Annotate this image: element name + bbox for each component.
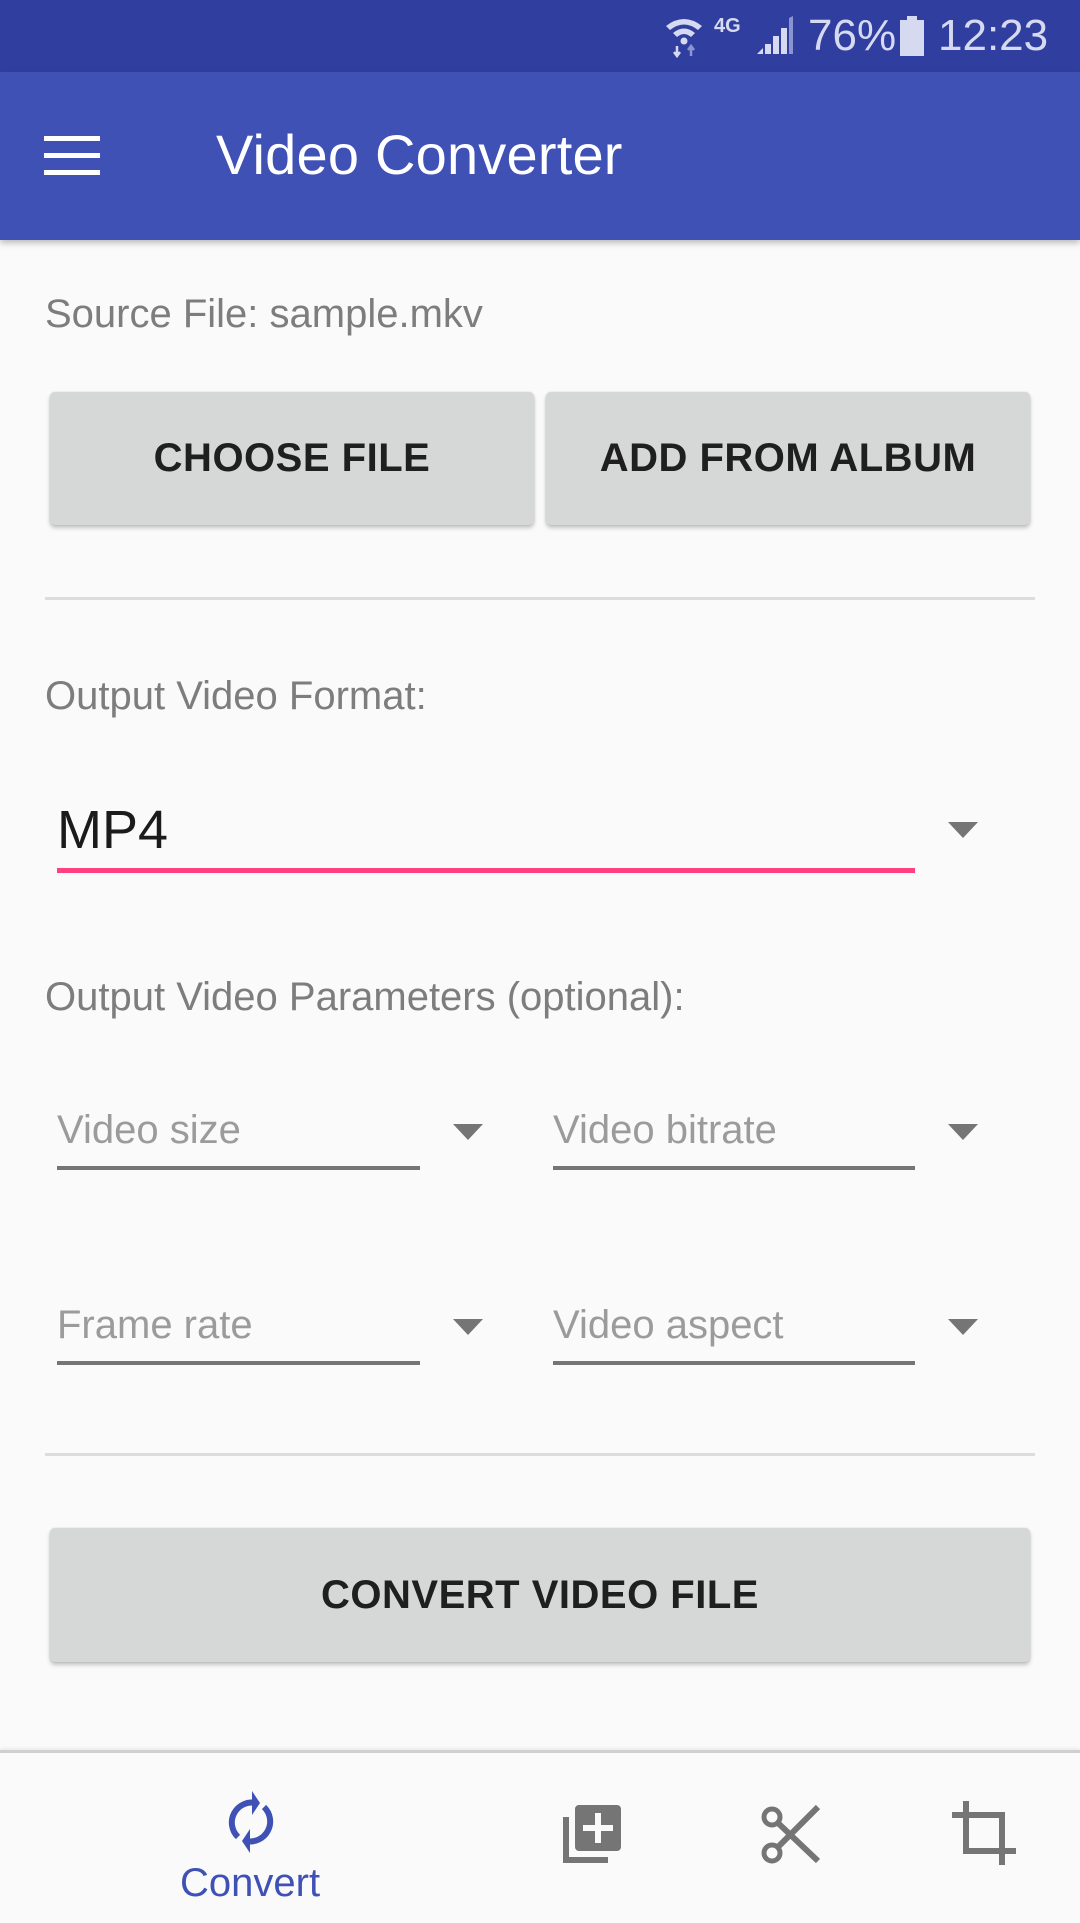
- video-size-spinner[interactable]: Video size: [57, 1100, 487, 1172]
- dropdown-arrow-icon: [948, 822, 978, 838]
- dropdown-arrow-icon: [453, 1124, 483, 1140]
- bottom-navigation: Convert: [0, 1750, 1080, 1923]
- clock: 12:23: [938, 11, 1049, 60]
- add-to-library-icon: [563, 1805, 621, 1863]
- frame-rate-placeholder: Frame rate: [57, 1303, 253, 1347]
- convert-video-button[interactable]: CONVERT VIDEO FILE: [50, 1528, 1030, 1662]
- scissors-cut-icon: [761, 1804, 821, 1864]
- dropdown-arrow-icon: [948, 1319, 978, 1335]
- nav-item-cut[interactable]: [760, 1803, 830, 1873]
- dropdown-arrow-icon: [948, 1124, 978, 1140]
- source-file-label: Source File: sample.mkv: [45, 292, 483, 336]
- video-aspect-spinner[interactable]: Video aspect: [553, 1295, 983, 1367]
- battery-icon: [899, 0, 925, 72]
- format-spinner[interactable]: MP4: [57, 780, 987, 880]
- divider: [45, 1453, 1035, 1456]
- video-aspect-placeholder: Video aspect: [553, 1303, 784, 1347]
- status-bar: 4G 76% 12:23: [0, 0, 1080, 72]
- crop-icon: [952, 1801, 1016, 1865]
- frame-rate-spinner[interactable]: Frame rate: [57, 1295, 487, 1367]
- convert-sync-icon: [228, 1791, 274, 1853]
- divider: [45, 597, 1035, 600]
- format-selected-value: MP4: [57, 800, 169, 860]
- dropdown-arrow-icon: [453, 1319, 483, 1335]
- nav-item-crop[interactable]: [950, 1799, 1020, 1869]
- video-bitrate-spinner[interactable]: Video bitrate: [553, 1100, 983, 1172]
- output-parameters-label: Output Video Parameters (optional):: [45, 975, 685, 1019]
- nav-item-add[interactable]: [560, 1801, 640, 1881]
- video-aspect-underline: [553, 1361, 915, 1365]
- hamburger-menu-icon[interactable]: [44, 136, 100, 176]
- wifi-icon: [664, 0, 704, 72]
- choose-file-button[interactable]: CHOOSE FILE: [50, 392, 534, 525]
- frame-rate-underline: [57, 1361, 420, 1365]
- output-format-label: Output Video Format:: [45, 674, 427, 718]
- video-size-underline: [57, 1166, 420, 1170]
- video-size-placeholder: Video size: [57, 1108, 241, 1152]
- add-from-album-button[interactable]: ADD FROM ALBUM: [546, 392, 1030, 525]
- app-bar: Video Converter: [0, 72, 1080, 240]
- video-bitrate-placeholder: Video bitrate: [553, 1108, 777, 1152]
- video-bitrate-underline: [553, 1166, 915, 1170]
- format-underline: [57, 868, 915, 873]
- app-title: Video Converter: [216, 123, 623, 186]
- network-type: 4G: [714, 14, 741, 37]
- nav-label-convert: Convert: [180, 1861, 321, 1905]
- signal-icon: [755, 0, 795, 72]
- battery-percent: 76%: [808, 11, 897, 60]
- nav-item-convert[interactable]: Convert: [160, 1773, 340, 1913]
